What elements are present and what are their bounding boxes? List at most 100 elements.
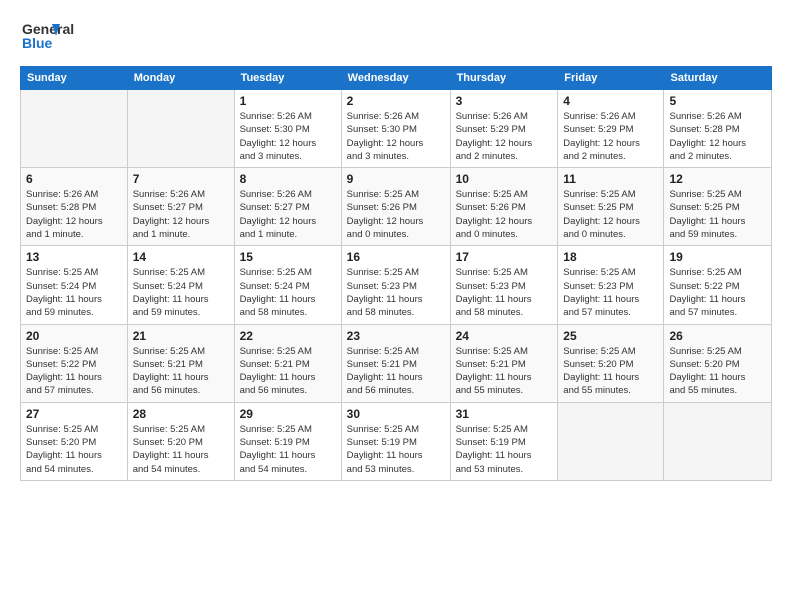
day-number: 1 (240, 94, 336, 108)
calendar-cell: 10 Sunrise: 5:25 AM Sunset: 5:26 PM Dayli… (450, 168, 558, 246)
calendar-cell: 29 Sunrise: 5:25 AM Sunset: 5:19 PM Dayli… (234, 402, 341, 480)
calendar-cell: 26Sunrise: 5:25 AM Sunset: 5:20 PM Dayli… (664, 324, 772, 402)
calendar-cell: 3 Sunrise: 5:26 AM Sunset: 5:29 PM Daylig… (450, 90, 558, 168)
day-number: 25 (563, 329, 658, 343)
calendar-cell: 27 Sunrise: 5:25 AM Sunset: 5:20 PM Dayli… (21, 402, 128, 480)
day-number: 31 (456, 407, 553, 421)
day-number: 17 (456, 250, 553, 264)
calendar-cell: 19 Sunrise: 5:25 AM Sunset: 5:22 PM Dayli… (664, 246, 772, 324)
day-info: Sunrise: 5:25 AM Sunset: 5:26 PM Dayligh… (347, 188, 445, 241)
calendar-cell: 5 Sunrise: 5:26 AM Sunset: 5:28 PM Daylig… (664, 90, 772, 168)
day-info: Sunrise: 5:25 AM Sunset: 5:26 PM Dayligh… (456, 188, 553, 241)
day-number: 28 (133, 407, 229, 421)
day-info: Sunrise: 5:25 AM Sunset: 5:25 PM Dayligh… (563, 188, 658, 241)
calendar-cell: 21 Sunrise: 5:25 AM Sunset: 5:21 PM Dayli… (127, 324, 234, 402)
day-number: 15 (240, 250, 336, 264)
day-info: Sunrise: 5:25 AM Sunset: 5:23 PM Dayligh… (347, 266, 445, 319)
calendar-cell: 7 Sunrise: 5:26 AM Sunset: 5:27 PM Daylig… (127, 168, 234, 246)
page: General Blue SundayMondayTuesdayWednesda… (0, 0, 792, 612)
day-number: 5 (669, 94, 766, 108)
day-number: 3 (456, 94, 553, 108)
calendar-cell (558, 402, 664, 480)
day-info: Sunrise: 5:25 AM Sunset: 5:20 PM Dayligh… (563, 345, 658, 398)
calendar-cell: 11 Sunrise: 5:25 AM Sunset: 5:25 PM Dayli… (558, 168, 664, 246)
day-info: Sunrise: 5:25 AM Sunset: 5:20 PM Dayligh… (133, 423, 229, 476)
calendar-cell (21, 90, 128, 168)
day-info: Sunrise: 5:25 AM Sunset: 5:22 PM Dayligh… (669, 266, 766, 319)
day-number: 30 (347, 407, 445, 421)
calendar-cell: 14Sunrise: 5:25 AM Sunset: 5:24 PM Dayli… (127, 246, 234, 324)
day-number: 21 (133, 329, 229, 343)
day-info: Sunrise: 5:26 AM Sunset: 5:28 PM Dayligh… (26, 188, 122, 241)
day-info: Sunrise: 5:26 AM Sunset: 5:30 PM Dayligh… (347, 110, 445, 163)
day-info: Sunrise: 5:25 AM Sunset: 5:23 PM Dayligh… (456, 266, 553, 319)
calendar-cell: 2 Sunrise: 5:26 AM Sunset: 5:30 PM Daylig… (341, 90, 450, 168)
day-number: 14 (133, 250, 229, 264)
day-number: 2 (347, 94, 445, 108)
day-info: Sunrise: 5:25 AM Sunset: 5:24 PM Dayligh… (240, 266, 336, 319)
weekday-header-tuesday: Tuesday (234, 67, 341, 90)
day-info: Sunrise: 5:26 AM Sunset: 5:30 PM Dayligh… (240, 110, 336, 163)
calendar-cell: 4 Sunrise: 5:26 AM Sunset: 5:29 PM Daylig… (558, 90, 664, 168)
weekday-header-saturday: Saturday (664, 67, 772, 90)
calendar-cell: 13 Sunrise: 5:25 AM Sunset: 5:24 PM Dayli… (21, 246, 128, 324)
calendar-cell: 23 Sunrise: 5:25 AM Sunset: 5:21 PM Dayli… (341, 324, 450, 402)
calendar-cell: 17 Sunrise: 5:25 AM Sunset: 5:23 PM Dayli… (450, 246, 558, 324)
day-number: 10 (456, 172, 553, 186)
day-number: 4 (563, 94, 658, 108)
day-number: 27 (26, 407, 122, 421)
day-info: Sunrise: 5:26 AM Sunset: 5:28 PM Dayligh… (669, 110, 766, 163)
day-number: 8 (240, 172, 336, 186)
week-row-2: 6Sunrise: 5:26 AM Sunset: 5:28 PM Daylig… (21, 168, 772, 246)
day-info: Sunrise: 5:25 AM Sunset: 5:21 PM Dayligh… (240, 345, 336, 398)
day-number: 23 (347, 329, 445, 343)
day-info: Sunrise: 5:25 AM Sunset: 5:25 PM Dayligh… (669, 188, 766, 241)
day-info: Sunrise: 5:26 AM Sunset: 5:27 PM Dayligh… (133, 188, 229, 241)
week-row-3: 13 Sunrise: 5:25 AM Sunset: 5:24 PM Dayli… (21, 246, 772, 324)
day-number: 24 (456, 329, 553, 343)
calendar-cell: 20 Sunrise: 5:25 AM Sunset: 5:22 PM Dayli… (21, 324, 128, 402)
calendar-table: SundayMondayTuesdayWednesdayThursdayFrid… (20, 66, 772, 481)
logo: General Blue (20, 16, 90, 56)
calendar-cell: 24 Sunrise: 5:25 AM Sunset: 5:21 PM Dayli… (450, 324, 558, 402)
day-number: 18 (563, 250, 658, 264)
calendar-cell: 18 Sunrise: 5:25 AM Sunset: 5:23 PM Dayli… (558, 246, 664, 324)
day-info: Sunrise: 5:25 AM Sunset: 5:21 PM Dayligh… (347, 345, 445, 398)
day-number: 20 (26, 329, 122, 343)
day-info: Sunrise: 5:26 AM Sunset: 5:29 PM Dayligh… (563, 110, 658, 163)
weekday-header-sunday: Sunday (21, 67, 128, 90)
day-number: 12 (669, 172, 766, 186)
weekday-header-friday: Friday (558, 67, 664, 90)
weekday-header-monday: Monday (127, 67, 234, 90)
day-number: 22 (240, 329, 336, 343)
header: General Blue (20, 16, 772, 56)
day-info: Sunrise: 5:25 AM Sunset: 5:24 PM Dayligh… (26, 266, 122, 319)
day-info: Sunrise: 5:25 AM Sunset: 5:19 PM Dayligh… (240, 423, 336, 476)
day-number: 16 (347, 250, 445, 264)
week-row-1: 1 Sunrise: 5:26 AM Sunset: 5:30 PM Daylig… (21, 90, 772, 168)
day-info: Sunrise: 5:25 AM Sunset: 5:22 PM Dayligh… (26, 345, 122, 398)
calendar-cell: 30Sunrise: 5:25 AM Sunset: 5:19 PM Dayli… (341, 402, 450, 480)
day-number: 13 (26, 250, 122, 264)
weekday-header-wednesday: Wednesday (341, 67, 450, 90)
day-info: Sunrise: 5:25 AM Sunset: 5:20 PM Dayligh… (669, 345, 766, 398)
logo-icon: General Blue (20, 16, 90, 56)
day-number: 29 (240, 407, 336, 421)
day-number: 19 (669, 250, 766, 264)
day-info: Sunrise: 5:25 AM Sunset: 5:21 PM Dayligh… (133, 345, 229, 398)
calendar-cell (127, 90, 234, 168)
day-info: Sunrise: 5:26 AM Sunset: 5:29 PM Dayligh… (456, 110, 553, 163)
day-info: Sunrise: 5:26 AM Sunset: 5:27 PM Dayligh… (240, 188, 336, 241)
week-row-5: 27 Sunrise: 5:25 AM Sunset: 5:20 PM Dayli… (21, 402, 772, 480)
calendar-cell: 1 Sunrise: 5:26 AM Sunset: 5:30 PM Daylig… (234, 90, 341, 168)
day-info: Sunrise: 5:25 AM Sunset: 5:20 PM Dayligh… (26, 423, 122, 476)
calendar-cell: 12 Sunrise: 5:25 AM Sunset: 5:25 PM Dayli… (664, 168, 772, 246)
day-number: 11 (563, 172, 658, 186)
day-number: 7 (133, 172, 229, 186)
calendar-cell: 15 Sunrise: 5:25 AM Sunset: 5:24 PM Dayli… (234, 246, 341, 324)
calendar-cell: 25 Sunrise: 5:25 AM Sunset: 5:20 PM Dayli… (558, 324, 664, 402)
weekday-header-thursday: Thursday (450, 67, 558, 90)
calendar-cell: 16 Sunrise: 5:25 AM Sunset: 5:23 PM Dayli… (341, 246, 450, 324)
day-info: Sunrise: 5:25 AM Sunset: 5:23 PM Dayligh… (563, 266, 658, 319)
day-info: Sunrise: 5:25 AM Sunset: 5:21 PM Dayligh… (456, 345, 553, 398)
